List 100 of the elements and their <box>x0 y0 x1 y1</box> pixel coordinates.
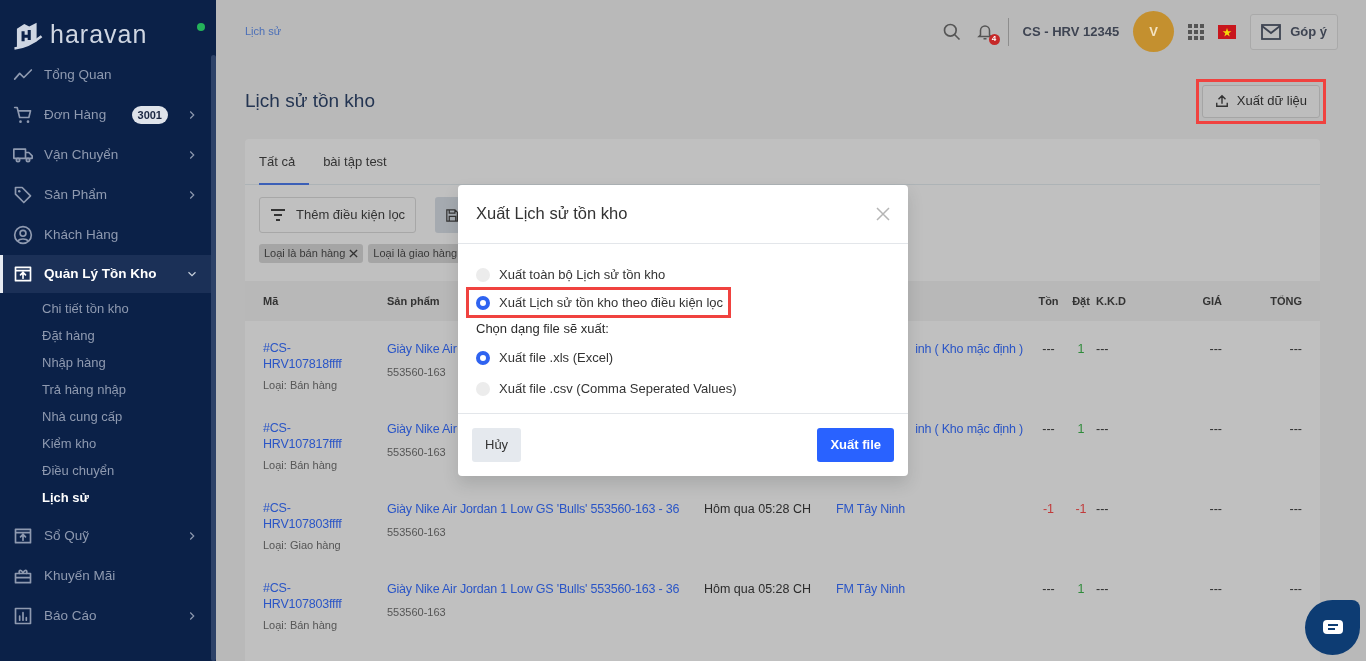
table-cell: --- <box>1289 342 1302 356</box>
radio-button[interactable] <box>476 351 490 365</box>
flag-icon <box>1218 24 1237 39</box>
table-cell: 1 <box>1077 422 1085 436</box>
table-cell: --- <box>1042 582 1055 596</box>
type-label: Loại: Bán hàng <box>263 458 338 473</box>
sidebar-item[interactable]: Quản Lý Tồn Kho <box>0 255 211 293</box>
submenu-item[interactable]: Lịch sử <box>0 484 211 511</box>
search-icon <box>941 21 962 42</box>
table-cell: --- <box>1289 582 1302 596</box>
chat-icon <box>1321 618 1344 637</box>
submenu-item[interactable]: Trả hàng nhập <box>0 376 211 403</box>
tab[interactable]: Tất cả <box>259 139 310 185</box>
close-icon <box>349 249 359 258</box>
modal-title: Xuất Lịch sử tồn kho <box>476 204 628 224</box>
submenu-item[interactable]: Nhà cung cấp <box>0 403 211 430</box>
option-label[interactable]: Xuất Lịch sử tồn kho theo điều kiện lọc <box>499 292 724 313</box>
order-link[interactable]: #CS-HRV107818ffff <box>263 340 363 372</box>
cancel-button[interactable]: Hủy <box>472 428 522 462</box>
location-link[interactable]: FM Tây Ninh <box>836 502 906 516</box>
truck-icon <box>13 145 33 165</box>
column-header: Sản phẩm <box>387 294 440 307</box>
brand-name: haravan <box>50 22 148 47</box>
type-label: Loại: Bán hàng <box>263 378 338 393</box>
table-cell: --- <box>1209 342 1222 356</box>
export-file-button[interactable]: Xuất file <box>817 428 894 462</box>
page-title: Lịch sử tồn kho <box>245 89 375 113</box>
time-text: Hôm qua 05:28 CH <box>704 582 811 596</box>
table-cell: --- <box>1096 582 1109 596</box>
section-label: Chọn dạng file sẽ xuất: <box>476 320 610 338</box>
submenu-item[interactable]: Kiểm kho <box>0 430 211 457</box>
option-label[interactable]: Xuất toàn bộ Lịch sử tồn kho <box>499 264 666 285</box>
column-header: Đặt <box>1072 294 1090 307</box>
tab[interactable]: bài tập test <box>323 139 401 185</box>
cart-icon <box>13 105 33 125</box>
filter-icon <box>270 209 286 221</box>
sku-text: 553560-163 <box>387 444 446 460</box>
column-header: TỔNG <box>1270 294 1302 307</box>
sidebar-item[interactable]: Đơn Hàng 3001 <box>0 95 211 135</box>
location-link[interactable]: inh ( Kho mặc định ) <box>915 342 1023 356</box>
column-header: K.K.D <box>1096 294 1126 307</box>
time-text: Hôm qua 05:28 CH <box>704 502 811 516</box>
sidebar-item[interactable]: Tổng Quan <box>0 55 211 95</box>
table-cell: 1 <box>1077 342 1085 356</box>
table-cell: --- <box>1096 422 1109 436</box>
product-link[interactable]: Giày Nike Air Jordan 1 Low GS 'Bulls' 553560-163 - 36 <box>387 500 704 519</box>
scrollbar[interactable] <box>211 55 216 661</box>
order-link[interactable]: #CS-HRV107803ffff <box>263 500 363 532</box>
submenu-item[interactable]: Chi tiết tồn kho <box>0 295 211 322</box>
apps-grid-icon <box>1188 23 1205 40</box>
table-cell: --- <box>1289 422 1302 436</box>
bar-chart-icon <box>13 606 33 626</box>
order-link[interactable]: #CS-HRV107803ffff <box>263 580 363 612</box>
submenu-item[interactable]: Nhập hàng <box>0 349 211 376</box>
archive-icon <box>13 264 33 284</box>
order-link[interactable]: #CS-HRV107817ffff <box>263 420 363 452</box>
upload-icon <box>1214 94 1229 108</box>
tag-icon <box>13 185 33 205</box>
store-name: CS - HRV 12345 <box>1022 22 1120 41</box>
table-cell: --- <box>1209 502 1222 516</box>
location-link[interactable]: inh ( Kho mặc định ) <box>915 422 1023 436</box>
column-header: GIÁ <box>1202 294 1222 307</box>
table-cell: --- <box>1209 582 1222 596</box>
export-button[interactable]: Xuất dữ liệu <box>1201 84 1320 118</box>
sku-text: 553560-163 <box>387 364 446 380</box>
table-cell: --- <box>1096 502 1109 516</box>
column-header: Tồn <box>1038 294 1059 307</box>
user-icon <box>13 225 33 245</box>
table-cell: --- <box>1096 342 1109 356</box>
table-cell: --- <box>1042 422 1055 436</box>
sidebar-item[interactable]: Sổ Quỹ <box>0 516 211 556</box>
save-icon <box>445 208 459 222</box>
table-cell: -1 <box>1075 502 1087 516</box>
sidebar-item[interactable]: Báo Cáo <box>0 596 211 636</box>
radio-button[interactable] <box>476 295 490 310</box>
filter-chip[interactable]: Loại là bán hàng <box>259 244 364 263</box>
table-cell: --- <box>1289 502 1302 516</box>
sku-text: 553560-163 <box>387 604 446 620</box>
option-label[interactable]: Xuất file .csv (Comma Seperated Values) <box>499 379 737 399</box>
column-header: Mã <box>263 294 279 307</box>
location-link[interactable]: FM Tây Ninh <box>836 582 906 596</box>
table-cell: --- <box>1042 342 1055 356</box>
sidebar-item[interactable]: Khách Hàng <box>0 215 211 255</box>
submenu-item[interactable]: Điều chuyển <box>0 457 211 484</box>
table-cell: --- <box>1209 422 1222 436</box>
add-filter-button[interactable]: Thêm điều kiện lọc <box>259 197 417 233</box>
sidebar-item[interactable]: Khuyến Mãi <box>0 556 211 596</box>
option-label[interactable]: Xuất file .xls (Excel) <box>499 348 614 368</box>
sidebar-item[interactable]: Sản Phẩm <box>0 175 211 215</box>
submenu-item[interactable]: Đặt hàng <box>0 322 211 349</box>
archive-icon <box>13 526 33 546</box>
table-cell: -1 <box>1042 502 1055 516</box>
feedback-button[interactable]: Góp ý <box>1250 13 1338 50</box>
sidebar-item[interactable]: Vận Chuyển <box>0 135 211 175</box>
envelope-icon <box>1261 23 1282 40</box>
product-link[interactable]: Giày Nike Air Jordan 1 Low GS 'Bulls' 553560-163 - 36 <box>387 580 704 599</box>
type-label: Loại: Bán hàng <box>263 618 338 633</box>
type-label: Loại: Giao hàng <box>263 538 342 553</box>
count-badge: 3001 <box>131 105 168 125</box>
sku-text: 553560-163 <box>387 524 446 540</box>
